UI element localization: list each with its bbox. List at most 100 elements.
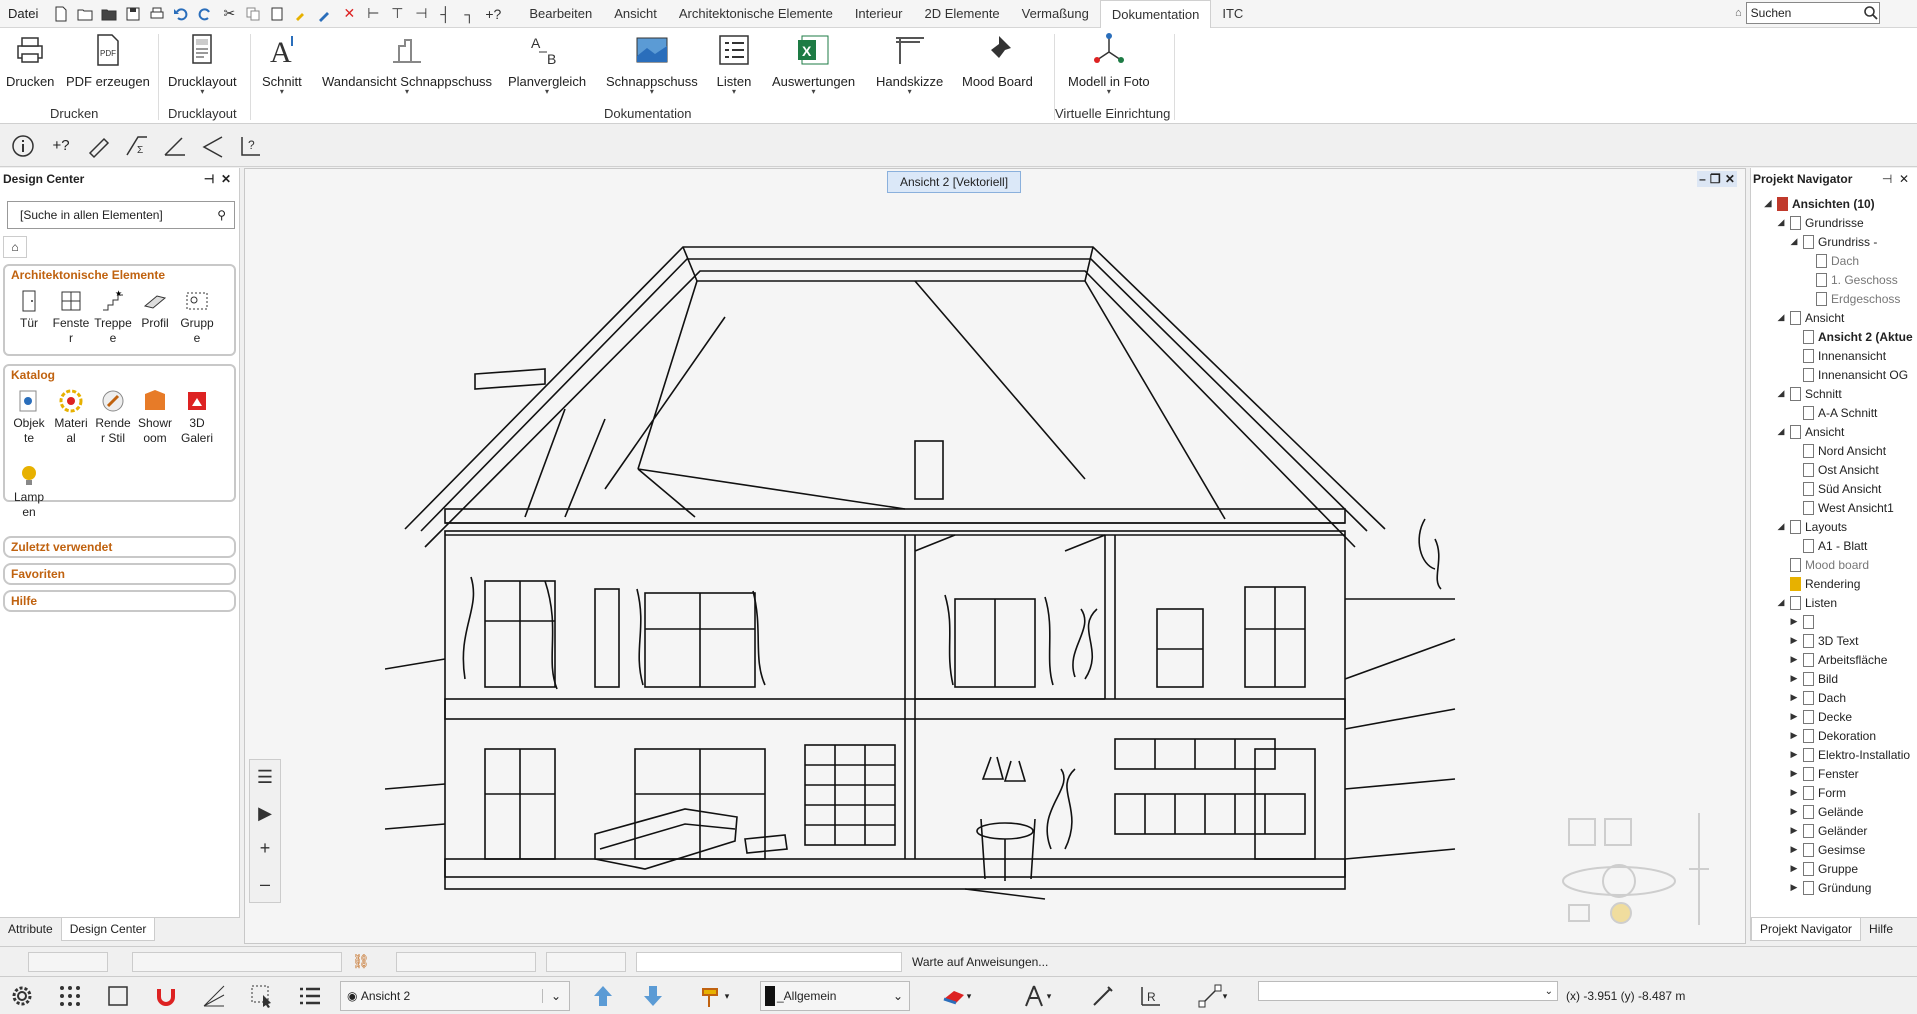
section-0[interactable]: Zuletzt verwendet — [3, 536, 236, 558]
angle-icon[interactable]: ┐ — [458, 3, 480, 25]
model-in-photo-button[interactable]: Modell in Foto ▾ — [1068, 32, 1150, 96]
link-icon[interactable]: ⛓ — [352, 953, 370, 970]
search-input[interactable]: Suchen — [1745, 2, 1880, 24]
file-menu[interactable]: Datei — [0, 0, 46, 28]
coord-field-4[interactable] — [546, 952, 626, 972]
layer-select[interactable]: _Allgemein ⌄ — [760, 981, 910, 1011]
tree-expander-icon[interactable]: ◢ — [1776, 388, 1786, 399]
tree-item[interactable]: Ansicht 2 (Aktue — [1751, 327, 1917, 346]
coord-field-3[interactable] — [396, 952, 536, 972]
tab-6[interactable]: Dokumentation — [1099, 0, 1212, 29]
zoom-out-icon[interactable]: – — [260, 874, 270, 895]
command-input[interactable] — [636, 952, 902, 972]
mood-board-button[interactable]: Mood Board — [962, 32, 1033, 89]
close-icon[interactable]: ✕ — [1725, 172, 1735, 186]
angle-snap-icon[interactable] — [196, 981, 232, 1011]
tree-item[interactable]: A1 - Blatt — [1751, 536, 1917, 555]
tree-expander-icon[interactable]: ◢ — [1776, 312, 1786, 323]
line-dim-icon[interactable]: ⊣ — [410, 3, 432, 25]
print-icon[interactable] — [146, 3, 168, 25]
tree-item[interactable]: ◢ Ansicht — [1751, 422, 1917, 441]
tree-item[interactable]: ▶ Fenster — [1751, 764, 1917, 783]
zoom-in-icon[interactable]: + — [260, 838, 271, 859]
list-icon[interactable]: ☰ — [257, 767, 273, 788]
tree-item[interactable]: ◢ Listen — [1751, 593, 1917, 612]
tree-item[interactable]: ◢ Ansichten (10) — [1751, 194, 1917, 213]
tab-7[interactable]: ITC — [1211, 0, 1254, 28]
right-tab-0[interactable]: Projekt Navigator — [1751, 918, 1862, 941]
reference-icon[interactable]: R — [1132, 981, 1170, 1011]
left-tab-0[interactable]: Attribute — [0, 918, 61, 941]
tree-item[interactable]: ◢ Grundriss - — [1751, 232, 1917, 251]
cut-icon[interactable]: ✂ — [218, 3, 240, 25]
folder-icon[interactable] — [98, 3, 120, 25]
right-tab-1[interactable]: Hilfe — [1861, 918, 1901, 941]
tree-item[interactable]: A-A Schnitt — [1751, 403, 1917, 422]
magnet-icon[interactable] — [148, 981, 184, 1011]
catalog-item-lamp[interactable]: Lamp en — [9, 462, 49, 520]
tree-item[interactable]: ▶ Form — [1751, 783, 1917, 802]
tree-item[interactable]: Nord Ansicht — [1751, 441, 1917, 460]
tree-item[interactable]: ◢ Ansicht — [1751, 308, 1917, 327]
arch-item-group[interactable]: Grupp e — [177, 288, 217, 346]
play-icon[interactable]: ▶ — [258, 803, 272, 824]
snap-line-icon[interactable]: ▾ — [1180, 981, 1244, 1011]
arch-item-window[interactable]: Fenste r — [51, 288, 91, 346]
close-icon[interactable]: ✕ — [221, 172, 231, 186]
eraser-icon[interactable]: ▾ — [924, 981, 988, 1011]
tree-item[interactable]: ▶ Arbeitsfläche — [1751, 650, 1917, 669]
copy-icon[interactable] — [242, 3, 264, 25]
tree-item[interactable]: ▶ Bild — [1751, 669, 1917, 688]
pin-icon[interactable]: ⊣ — [1882, 172, 1892, 186]
grid-icon[interactable] — [52, 981, 88, 1011]
tree-item[interactable]: ◢ Layouts — [1751, 517, 1917, 536]
tree-expander-icon[interactable]: ▶ — [1789, 882, 1799, 893]
tree-expander-icon[interactable]: ▶ — [1789, 749, 1799, 760]
tree-item[interactable]: ▶ Decke — [1751, 707, 1917, 726]
home-icon[interactable]: ⌂ — [3, 236, 27, 258]
catalog-item-material[interactable]: Materi al — [51, 388, 91, 446]
tree-item[interactable]: ▶ — [1751, 612, 1917, 631]
tree-item[interactable]: Innenansicht OG — [1751, 365, 1917, 384]
tree-expander-icon[interactable]: ▶ — [1789, 654, 1799, 665]
tree-item[interactable]: ▶ Gesimse — [1751, 840, 1917, 859]
tab-0[interactable]: Bearbeiten — [518, 0, 603, 28]
tree-expander-icon[interactable]: ▶ — [1789, 844, 1799, 855]
tab-3[interactable]: Interieur — [844, 0, 914, 28]
catalog-item-gallery[interactable]: 3D Galeri — [177, 388, 217, 446]
query-icon[interactable]: ? — [236, 131, 266, 161]
tree-item[interactable]: ▶ Elektro-Installatio — [1751, 745, 1917, 764]
catalog-item-showroom[interactable]: Showr oom — [135, 388, 175, 446]
coord-field-1[interactable] — [28, 952, 108, 972]
tree-item[interactable]: West Ansicht1 — [1751, 498, 1917, 517]
tree-item[interactable]: Süd Ansicht — [1751, 479, 1917, 498]
tree-expander-icon[interactable]: ▶ — [1789, 787, 1799, 798]
tree-expander-icon[interactable]: ◢ — [1776, 217, 1786, 228]
chevron-down-icon[interactable]: ▾ — [1223, 991, 1228, 1002]
tree-expander-icon[interactable]: ▶ — [1789, 768, 1799, 779]
tree-expander-icon[interactable]: ▶ — [1789, 806, 1799, 817]
arch-elements-title[interactable]: Architektonische Elemente — [5, 266, 234, 284]
tree-item[interactable]: ◢ Schnitt — [1751, 384, 1917, 403]
tree-item[interactable]: ▶ 3D Text — [1751, 631, 1917, 650]
add-question-icon[interactable]: +? — [46, 131, 76, 161]
view-select[interactable]: ◉ Ansicht 2 ⌄ — [340, 981, 570, 1011]
left-tab-1[interactable]: Design Center — [60, 918, 156, 941]
tab-1[interactable]: Ansicht — [603, 0, 668, 28]
input-field[interactable]: ⌄ — [1258, 981, 1558, 1001]
tree-item[interactable]: Dach — [1751, 251, 1917, 270]
chevron-down-icon[interactable]: ▾ — [1047, 991, 1052, 1002]
tree-item[interactable]: ◢ Grundrisse — [1751, 213, 1917, 232]
sum-length-icon[interactable]: Σ — [122, 131, 152, 161]
delete-icon[interactable]: ✕ — [338, 3, 360, 25]
search-icon[interactable] — [1863, 5, 1879, 21]
tree-item[interactable]: ▶ Geländer — [1751, 821, 1917, 840]
chevron-down-icon[interactable]: ⌄ — [893, 989, 909, 1003]
tree-expander-icon[interactable]: ▶ — [1789, 863, 1799, 874]
new-file-icon[interactable] — [50, 3, 72, 25]
tree-item[interactable]: ▶ Dach — [1751, 688, 1917, 707]
select-icon[interactable] — [244, 981, 280, 1011]
line-style-icon[interactable]: ▾ — [1004, 981, 1068, 1011]
tree-item[interactable]: Rendering — [1751, 574, 1917, 593]
tree-expander-icon[interactable]: ▶ — [1789, 635, 1799, 646]
